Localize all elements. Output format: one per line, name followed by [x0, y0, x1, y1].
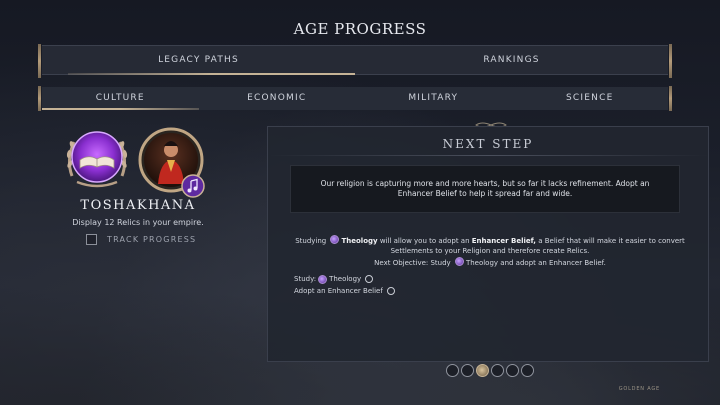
theology-icon	[454, 257, 464, 266]
tab-science[interactable]: SCIENCE	[512, 87, 669, 110]
tab-rankings[interactable]: RANKINGS	[355, 46, 668, 74]
page-dot[interactable]	[461, 364, 474, 377]
flavor-text: Our religion is capturing more and more …	[320, 178, 650, 199]
page-dot[interactable]	[506, 364, 519, 377]
objective-status-circle	[386, 287, 395, 295]
primary-tab-bar: LEGACY PATHS RANKINGS	[38, 44, 672, 78]
divider	[268, 155, 708, 156]
study-description: Studying Theology will allow you to adop…	[295, 235, 685, 256]
objective-status-circle	[365, 275, 374, 283]
panel-title: NEXT STEP	[442, 137, 534, 151]
tab-legacy-paths[interactable]: LEGACY PATHS	[42, 46, 355, 75]
tab-culture[interactable]: CULTURE	[42, 87, 199, 110]
track-progress-label: TRACK PROGRESS	[107, 235, 197, 244]
music-note-icon	[181, 174, 205, 198]
objective-item: Study: Theology	[294, 273, 395, 285]
page-dot[interactable]	[491, 364, 504, 377]
page-dot-active[interactable]	[476, 364, 489, 377]
theology-icon	[318, 274, 328, 284]
age-label: GOLDEN AGE	[618, 386, 660, 392]
flavor-text-box: Our religion is capturing more and more …	[290, 165, 680, 213]
page-dot[interactable]	[521, 364, 534, 377]
tab-military[interactable]: MILITARY	[355, 87, 512, 110]
objective-list: Study: Theology Adopt an Enhancer Belief	[294, 273, 395, 297]
open-book-icon	[66, 131, 128, 188]
legacy-title: TOSHAKHANA	[80, 198, 196, 213]
page-dot[interactable]	[446, 364, 459, 377]
track-progress-checkbox[interactable]	[86, 234, 97, 245]
category-tab-bar: CULTURE ECONOMIC MILITARY SCIENCE	[38, 86, 672, 111]
theology-icon	[330, 235, 340, 244]
page-title: AGE PROGRESS	[293, 20, 427, 38]
tab-economic[interactable]: ECONOMIC	[199, 87, 356, 110]
next-step-panel: NEXT STEP Our religion is capturing more…	[267, 126, 709, 362]
page-indicator	[446, 364, 534, 377]
legacy-description: Display 12 Relics in your empire.	[72, 218, 204, 227]
track-progress-toggle[interactable]: TRACK PROGRESS	[86, 234, 196, 245]
next-objective: Next Objective: Study Theology and adopt…	[374, 257, 606, 267]
objective-item: Adopt an Enhancer Belief	[294, 285, 395, 297]
